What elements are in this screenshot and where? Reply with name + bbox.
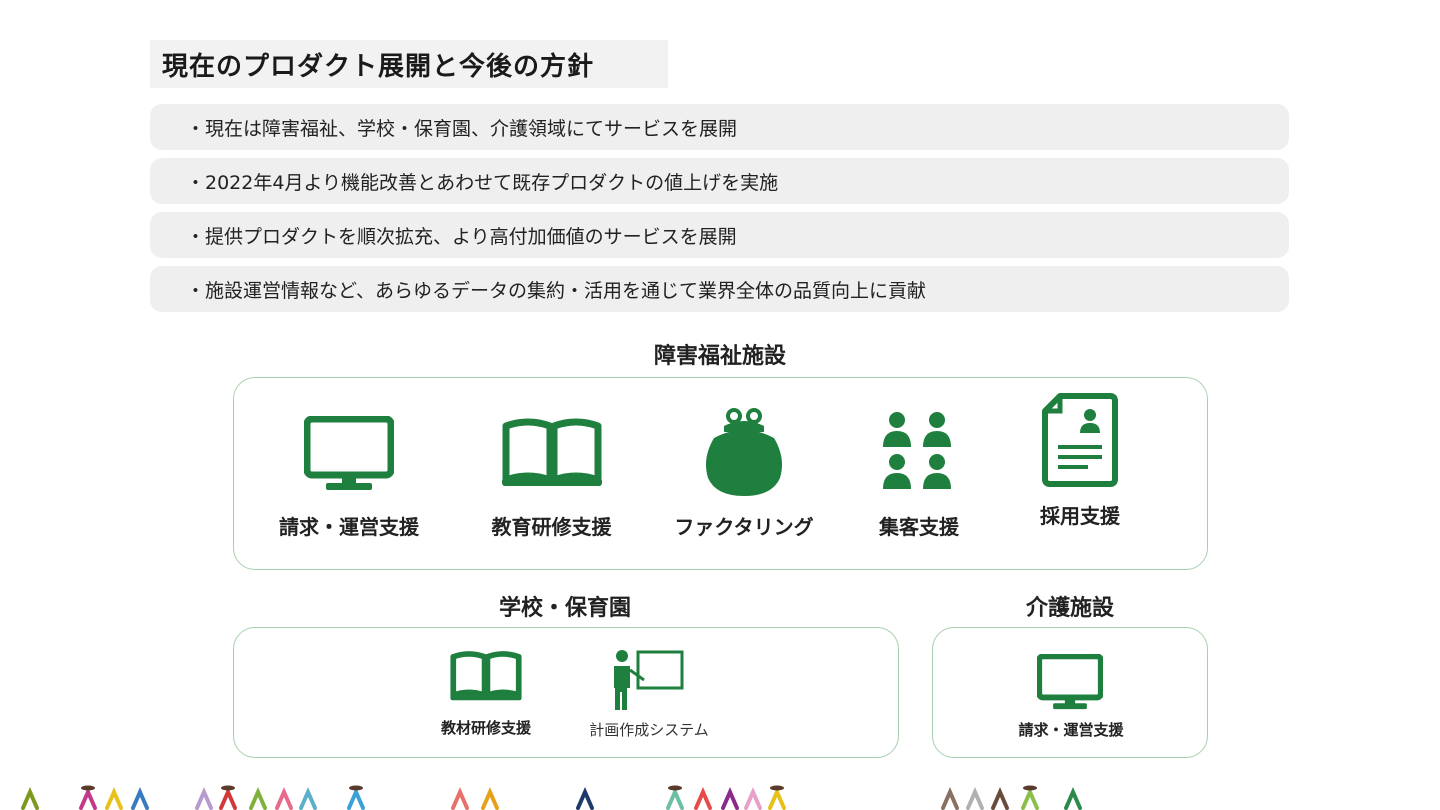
bullet-text: ・2022年4月より機能改善とあわせて既存プロダクトの値上げを実施 [186,171,779,194]
decorative-person-icon [451,787,469,810]
bullet-item: ・現在は障害福祉、学校・保育園、介護領域にてサービスを展開 [150,104,1289,150]
decorative-person-icon [219,787,237,810]
bullet-text: ・施設運営情報など、あらゆるデータの集約・活用を通じて業界全体の品質向上に貢献 [186,279,927,302]
welfare-item-1: 請求・運営支援 [234,511,464,540]
item-label: 採用支援 [1040,504,1120,528]
bullet-text: ・提供プロダクトを順次拡充、より高付加価値のサービスを展開 [186,225,737,248]
bullet-item: ・施設運営情報など、あらゆるデータの集約・活用を通じて業界全体の品質向上に貢献 [150,266,1289,312]
decorative-person-icon [21,787,39,810]
decorative-person-icon [249,787,267,810]
decorative-person-icon [299,787,317,810]
decorative-person-icon [481,787,499,810]
decorative-person-icon [105,787,123,810]
welfare-item-5: 採用支援 [980,500,1180,529]
school-item-1: 教材研修支援 [404,717,568,738]
decorative-hat-icon [1023,785,1037,791]
resume-icon [1042,393,1118,487]
bullet-item: ・2022年4月より機能改善とあわせて既存プロダクトの値上げを実施 [150,158,1289,204]
decorative-person-icon [991,787,1009,810]
care-item-1: 請求・運営支援 [971,719,1171,740]
people-group-icon [883,412,951,489]
decorative-person-icon [666,787,684,810]
bullet-item: ・提供プロダクトを順次拡充、より高付加価値のサービスを展開 [150,212,1289,258]
decorative-person-icon [195,787,213,810]
decorative-hat-icon [668,785,682,791]
page-title-box: 現在のプロダクト展開と今後の方針 [150,40,668,88]
decorative-person-icon [347,787,365,810]
welfare-item-2: 教育研修支援 [439,511,664,540]
decorative-person-icon [744,787,762,810]
school-panel: 教材研修支援 計画作成システム [233,627,899,758]
item-label: 計画作成システム [589,721,709,739]
book-icon [502,418,602,486]
page-title: 現在のプロダクト展開と今後の方針 [162,51,595,82]
decorative-hat-icon [81,785,95,791]
purse-icon [706,408,782,496]
item-label: 教育研修支援 [491,515,612,539]
decorative-person-icon [275,787,293,810]
item-label: 教材研修支援 [440,719,531,737]
monitor-icon [1037,654,1103,710]
decorative-person-icon [1064,787,1082,810]
decorative-person-icon [721,787,739,810]
decorative-person-icon [966,787,984,810]
decorative-person-icon [576,787,594,810]
decorative-person-icon [768,787,786,810]
decorative-hat-icon [349,785,363,791]
care-panel: 請求・運営支援 [932,627,1208,758]
book-icon [450,651,522,701]
decorative-hat-icon [770,785,784,791]
welfare-panel: 請求・運営支援 教育研修支援 ファクタリング 集客支援 採用支援 [233,377,1208,570]
monitor-icon [304,416,394,490]
item-label: 請求・運営支援 [1018,721,1124,739]
section-title-school: 学校・保育園 [498,596,631,621]
decorative-person-icon [694,787,712,810]
section-title-welfare: 障害福祉施設 [653,344,786,369]
teacher-board-icon [614,650,684,710]
decorative-people-row [21,785,1082,810]
decorative-hat-icon [221,785,235,791]
section-title-care: 介護施設 [1025,596,1114,621]
bullet-text: ・現在は障害福祉、学校・保育園、介護領域にてサービスを展開 [186,117,738,140]
item-label: 請求・運営支援 [279,515,419,539]
school-item-2: 計画作成システム [564,719,734,740]
decorative-person-icon [131,787,149,810]
decorative-person-icon [79,787,97,810]
decorative-person-icon [1021,787,1039,810]
decorative-person-icon [941,787,959,810]
